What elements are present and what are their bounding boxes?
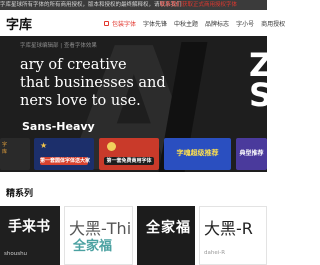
section-title: 精系列 xyxy=(6,189,34,199)
font-card[interactable]: 全家福 xyxy=(137,206,195,265)
nav-item-license[interactable]: 商用授权 xyxy=(261,19,285,28)
promo-card-4[interactable]: 典型推荐 xyxy=(236,138,267,170)
font-card-watermark: 全家福 xyxy=(73,239,113,254)
main-nav: 包装字体 字体先锋 中秋主题 品牌标志 字小号 商用授权 xyxy=(112,19,285,28)
hero-banner[interactable]: A 字库星球编辑部 | 查看字体效果 ary of creative that … xyxy=(0,36,267,172)
font-card-subtitle: dahei-R xyxy=(204,250,226,256)
site-logo[interactable]: 字库 xyxy=(6,14,32,33)
hero-font-name: Sans-Heavy xyxy=(22,120,95,133)
hero-side-letters: ZS xyxy=(249,46,267,114)
nav-item-package[interactable]: 包装字体 xyxy=(112,19,136,28)
nav-item-brand[interactable]: 品牌标志 xyxy=(205,19,229,28)
font-card-list: 手来书 shoushu 大黑-Thin 全家福 全家福 大黑-R dahei-R xyxy=(0,206,267,265)
font-card-name: 大黑-R xyxy=(204,219,253,238)
hero-line-1: ary of creative xyxy=(20,57,127,73)
hero-line-2: that businesses and xyxy=(20,75,166,91)
font-card-subtitle: shoushu xyxy=(4,251,28,257)
promo-caption-2: 第一套免费商用字体 xyxy=(104,157,154,165)
nav-item-midautumn[interactable]: 中秋主题 xyxy=(174,19,198,28)
breadcrumb: 字库星球编辑部 | 查看字体效果 xyxy=(20,43,97,49)
notice-text: 字库星球所有字体的所有商用授权，版本和授权的最终解释权，请联系我们 xyxy=(0,2,182,8)
font-card-name: 手来书 xyxy=(8,219,50,235)
promo-card-left[interactable]: 字库 xyxy=(0,138,30,170)
font-card[interactable]: 大黑-R dahei-R xyxy=(199,206,267,265)
promo-card-2[interactable]: 第一套免费商用字体 xyxy=(99,138,159,170)
promo-card-3[interactable]: 字魂超级推荐 xyxy=(164,138,231,170)
nav-item-pioneer[interactable]: 字体先锋 xyxy=(143,19,167,28)
top-notice-bar: 字库星球所有字体的所有商用授权，版本和授权的最终解释权，请联系我们 联系我们获取… xyxy=(0,0,267,10)
promo-caption-1: 第一套圆体字体送大家 xyxy=(40,157,91,165)
star-icon: ★ xyxy=(40,141,48,150)
site-header: 字库 包装字体 字体先锋 中秋主题 品牌标志 字小号 商用授权 xyxy=(0,10,285,36)
hero-line-3: ners love to use. xyxy=(20,93,141,109)
notice-link[interactable]: 联系我们获取正式商用授权字体 xyxy=(160,1,237,9)
nav-item-small[interactable]: 字小号 xyxy=(236,19,254,28)
promo-left-caption: 字库 xyxy=(2,142,8,155)
font-card[interactable]: 手来书 shoushu xyxy=(0,206,60,265)
home-icon xyxy=(104,21,109,26)
promo-caption-4: 典型推荐 xyxy=(239,150,264,157)
font-card[interactable]: 大黑-Thin 全家福 xyxy=(64,206,133,265)
promo-card-1[interactable]: ★ 第一套圆体字体送大家 xyxy=(34,138,94,170)
sun-icon xyxy=(107,142,116,151)
font-card-name: 全家福 xyxy=(146,220,191,236)
promo-caption-3: 字魂超级推荐 xyxy=(176,149,219,157)
hero-headline: ary of creative that businesses and ners… xyxy=(20,56,166,110)
